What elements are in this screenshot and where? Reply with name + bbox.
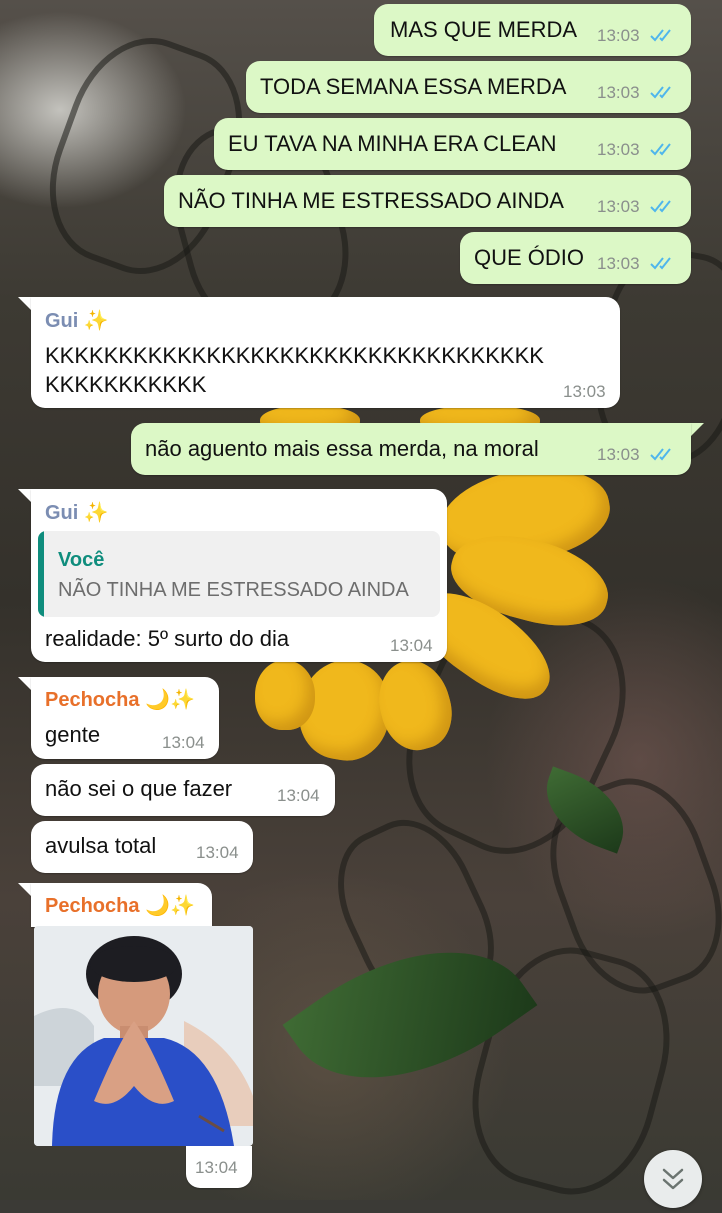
shared-photo[interactable] [34,926,253,1146]
double-check-icon [650,29,671,42]
quote-accent-bar [38,531,44,617]
bubble-tail [690,423,704,437]
message-text: gente [45,722,101,747]
outgoing-message-bubble[interactable]: EU TAVA NA MINHA ERA CLEAN 13:03 [214,118,691,170]
scroll-to-bottom-button[interactable] [644,1150,702,1208]
incoming-image-message-bubble[interactable]: Pechocha 🌙✨ [31,883,212,927]
sender-name: Gui ✨ [45,310,109,332]
message-time: 13:04 [390,636,433,655]
message-time: 13:03 [597,140,640,159]
sender-name: Pechocha 🌙✨ [45,895,195,917]
message-text: não sei o que fazer [45,776,233,801]
image-time-bubble: 13:04 [186,1146,252,1188]
incoming-reply-bubble[interactable]: Gui ✨ Você NÃO TINHA ME ESTRESSADO AINDA… [31,489,447,662]
quote-text: NÃO TINHA ME ESTRESSADO AINDA [58,579,409,601]
bubble-tail [18,489,32,503]
message-time: 13:04 [162,733,205,752]
message-time: 13:04 [195,1158,238,1177]
quote-author: Você [58,549,105,571]
incoming-message-bubble[interactable]: avulsa total 13:04 [31,821,253,873]
bubble-tail [18,677,32,691]
outgoing-message-bubble[interactable]: QUE ÓDIO 13:03 [460,232,691,284]
message-time: 13:03 [597,26,640,45]
outgoing-message-bubble[interactable]: NÃO TINHA ME ESTRESSADO AINDA 13:03 [164,175,691,227]
outgoing-message-bubble[interactable]: TODA SEMANA ESSA MERDA 13:03 [246,61,691,113]
message-text: NÃO TINHA ME ESTRESSADO AINDA [178,188,564,213]
message-time: 13:03 [597,197,640,216]
photo-content [34,926,253,1146]
message-text: avulsa total [45,833,157,858]
message-text: realidade: 5º surto do dia [45,626,290,651]
message-text-line-2: KKKKKKKKKKK [45,372,207,397]
message-time: 13:03 [597,83,640,102]
incoming-message-bubble[interactable]: Pechocha 🌙✨ gente 13:04 [31,677,219,759]
message-time: 13:04 [196,843,239,862]
message-text-line-1: KKKKKKKKKKKKKKKKKKKKKKKKKKKKKKKKKK [45,343,544,368]
message-time: 13:03 [597,445,640,464]
message-text: EU TAVA NA MINHA ERA CLEAN [228,131,557,156]
message-text: MAS QUE MERDA [390,17,578,42]
double-check-icon [650,448,671,461]
message-text: QUE ÓDIO [474,245,585,270]
double-check-icon [650,200,671,213]
message-text: não aguento mais essa merda, na moral [145,436,539,461]
outgoing-message-bubble[interactable]: MAS QUE MERDA 13:03 [374,4,691,56]
incoming-message-bubble[interactable]: não sei o que fazer 13:04 [31,764,335,816]
quoted-message[interactable]: Você NÃO TINHA ME ESTRESSADO AINDA [38,531,440,617]
bubble-tail [18,883,32,897]
incoming-message-bubble[interactable]: Gui ✨ KKKKKKKKKKKKKKKKKKKKKKKKKKKKKKKKKK… [31,297,620,408]
message-time: 13:03 [563,382,606,401]
sender-name: Gui ✨ [45,502,109,524]
double-check-icon [650,257,671,270]
chevron-double-down-icon [662,1168,684,1190]
sender-name: Pechocha 🌙✨ [45,689,195,711]
message-text: TODA SEMANA ESSA MERDA [260,74,567,99]
message-time: 13:03 [597,254,640,273]
bubble-tail [18,297,32,311]
double-check-icon [650,86,671,99]
double-check-icon [650,143,671,156]
outgoing-message-bubble[interactable]: não aguento mais essa merda, na moral 13… [131,423,691,475]
message-time: 13:04 [277,786,320,805]
